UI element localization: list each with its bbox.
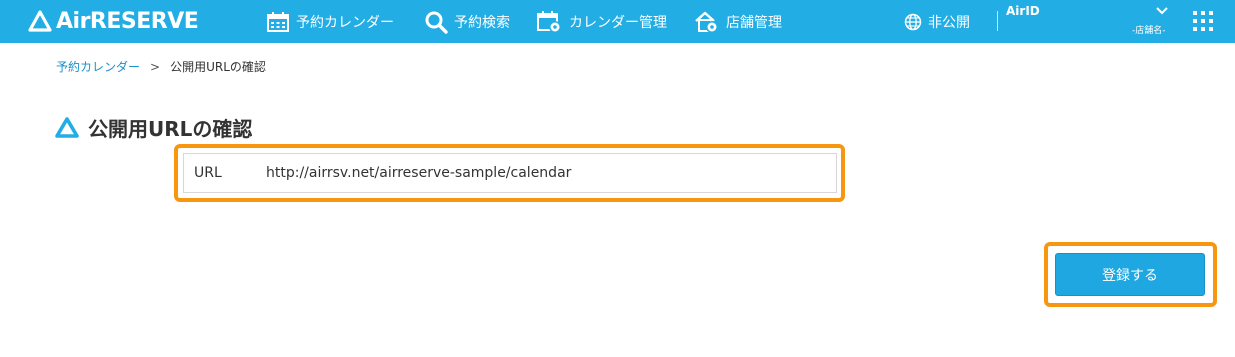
nav-label: 予約検索 [454,14,510,31]
nav-label: カレンダー管理 [569,14,667,31]
visibility-toggle[interactable]: 非公開 [904,0,970,43]
airreserve-logo-icon [28,10,52,32]
search-icon [425,11,448,34]
page-title: 公開用URLの確認 [88,117,253,141]
register-button[interactable]: 登録する [1055,253,1205,296]
calendar-icon [267,11,289,32]
breadcrumb-current: 公開用URLの確認 [170,60,266,74]
app-logo[interactable]: AirRESERVE [28,7,199,35]
store-name-label: -店舗名- [1132,26,1166,36]
account-label[interactable]: AirID [1006,4,1040,18]
logo-text: AirRESERVE [56,8,199,34]
header-divider [997,11,998,31]
nav-calendar-management[interactable]: カレンダー管理 [537,0,667,43]
nav-store-management[interactable]: 店舗管理 [694,0,782,43]
breadcrumb-link-calendar[interactable]: 予約カレンダー [56,58,140,75]
breadcrumb-separator: > [150,59,161,74]
url-value[interactable]: http://airrsv.net/airreserve-sample/cale… [266,165,571,181]
nav-label: 予約カレンダー [296,14,394,31]
app-menu-grid-icon[interactable] [1193,11,1215,33]
page-title-block: 公開用URLの確認 [54,113,252,142]
nav-reservation-search[interactable]: 予約検索 [424,0,510,43]
breadcrumb: 予約カレンダー > 公開用URLの確認 [56,58,266,75]
url-label: URL [194,165,222,181]
chevron-down-icon[interactable] [1155,6,1169,16]
top-header: AirRESERVE 予約カレンダー 予約検索 カレンダー管理 店舗管理 非公開… [0,0,1235,43]
store-settings-icon [695,11,718,33]
nav-reservation-calendar[interactable]: 予約カレンダー [266,0,394,43]
nav-label: 店舗管理 [726,14,782,31]
title-triangle-icon [55,116,79,138]
globe-icon [904,13,922,30]
calendar-settings-icon [537,10,561,33]
visibility-label: 非公開 [928,14,970,31]
url-row: URL http://airrsv.net/airreserve-sample/… [183,153,837,193]
